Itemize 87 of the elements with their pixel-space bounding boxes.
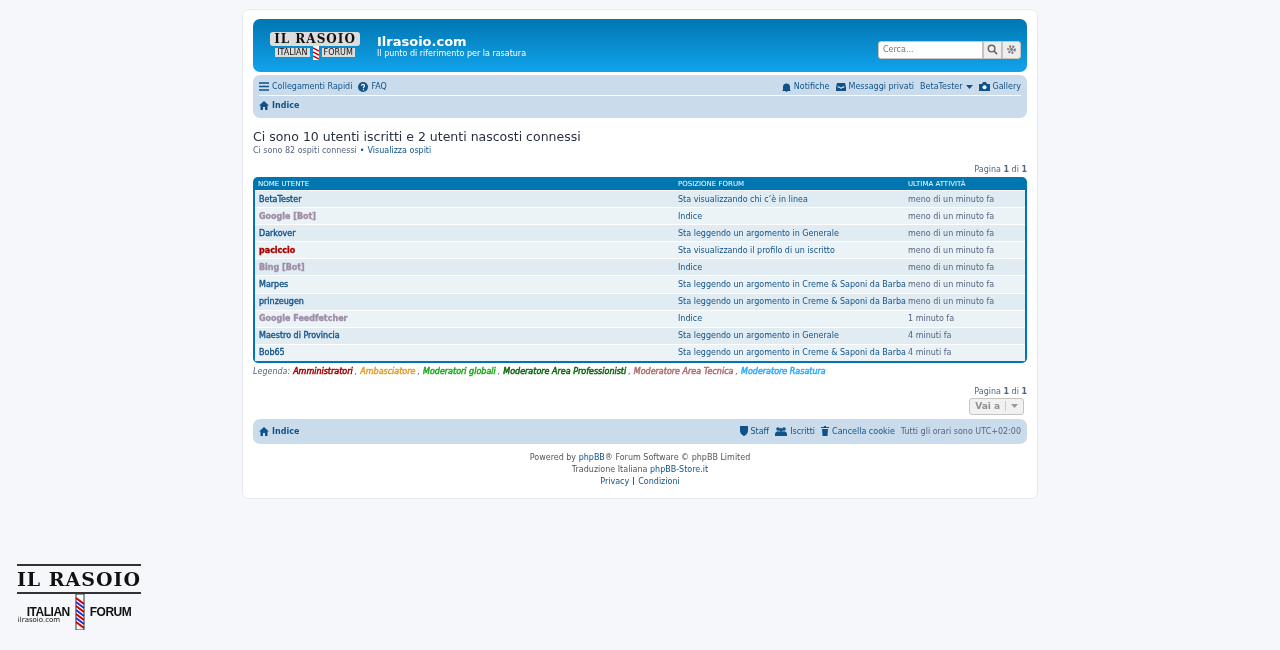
last-activity-cell-text: meno di un minuto fa [908,245,996,255]
username-link[interactable]: prinzeugen [259,297,304,307]
separator-text: • [359,146,365,155]
nav-link[interactable]: BetaTester [920,82,973,91]
bell-icon [781,81,791,92]
users-icon [775,426,788,436]
separator-text: , [628,366,631,376]
page-title: Ci sono 10 utenti iscritti e 2 utenti nascosti connessi [253,129,582,144]
footer-link[interactable]: Privacy [600,476,630,486]
breadcrumb-link[interactable]: Indice [259,426,300,436]
last-activity-cell-text: meno di un minuto fa [908,262,996,272]
pagination-text: Pagina 1 di 1 [974,386,1027,396]
phpbb-link[interactable]: phpBB [578,452,605,462]
forum-location-link[interactable]: Indice [678,262,703,272]
view-guests-link[interactable]: Visualizza ospiti [367,146,432,155]
search-icon [987,44,998,55]
separator-text: , [497,366,501,376]
forum-location-link[interactable]: Sta leggendo un argomento in Generale [678,228,839,238]
help-icon [358,81,369,92]
forum-location-link[interactable]: Sta visualizzando il profilo di un iscritto [678,245,835,255]
search-button[interactable] [983,40,1002,59]
legend-label: Legenda: [253,366,291,376]
logo-text: ITALIAN [275,48,310,57]
credits-text: ® Forum Software © phpBB Limited [604,452,751,462]
forum-location-link[interactable]: Sta leggendo un argomento in Creme & Saponi da Barba [678,348,906,358]
last-activity-cell-text: meno di un minuto fa [908,228,996,238]
username-link[interactable]: Marpes [259,280,289,289]
forum-location-link[interactable]: Indice [678,314,703,324]
footer-link[interactable]: Cancella cookie [821,426,895,437]
username-link[interactable]: Darkover [259,228,296,238]
caret-icon [1011,404,1018,409]
separator-text: , [354,366,358,376]
logo-text: FORUM [321,48,355,57]
last-activity-cell-text: meno di un minuto fa [908,194,996,204]
camera-icon [978,82,990,91]
home-icon [259,426,269,436]
forum-location-link[interactable]: Sta leggendo un argomento in Creme & Saponi da Barba [678,297,906,307]
barber-pole-icon [74,594,85,630]
forum-location-link[interactable]: Indice [678,211,703,221]
separator-text: , [735,366,738,376]
username-link[interactable]: paciccio [259,245,296,255]
site-tagline: Il punto di riferimento per la rasatura [377,48,527,58]
last-activity-cell-text: meno di un minuto fa [908,211,996,221]
nav-link[interactable]: FAQ [358,81,387,92]
last-activity-cell-text: 4 minuti fa [908,331,953,341]
last-activity-cell-text: meno di un minuto fa [908,280,996,289]
last-activity-cell-text: meno di un minuto fa [908,297,996,307]
nav-link[interactable]: Gallery [978,82,1021,91]
logo-text: FORUM [89,605,132,619]
credits-text: Powered by [529,452,577,462]
forum-location-link[interactable]: Sta leggendo un argomento in Creme & Saponi da Barba [678,280,906,289]
menu-icon [259,82,269,91]
username-link[interactable]: BetaTester [259,194,302,204]
credits-text: Traduzione Italiana [571,464,648,474]
username-link[interactable]: Maestro di Provincia [259,331,340,341]
logo-title: IL RASOIO [270,31,360,46]
inbox-icon [835,82,846,91]
footer-link[interactable]: Iscritti [775,426,816,436]
logo-title: IL RASOIO [16,564,142,594]
nav-link[interactable]: Messaggi privati [835,82,915,91]
group-link[interactable]: Amministratori [293,366,355,376]
timezone-text: Tutti gli orari sono UTC+02:00 [900,426,1021,436]
forum-location-link[interactable]: Sta visualizzando chi c’è in linea [678,194,808,204]
advanced-search-button[interactable] [1002,40,1021,59]
caret-icon [965,84,973,89]
search-field[interactable]: Cerca... [878,40,983,59]
separator-text: , [417,366,421,376]
pagination-text: Pagina 1 di 1 [974,165,1027,174]
home-icon [259,101,269,110]
trash-icon [821,426,830,437]
footer-link[interactable]: Condizioni [638,476,680,486]
shield-icon [739,426,748,437]
username-link[interactable]: Bob65 [259,348,285,358]
forum-logo[interactable]: IL RASOIO ITALIAN FORUM [263,31,367,60]
footer-link[interactable]: Staff [739,426,770,437]
last-activity-cell-text: 4 minuti fa [908,348,953,358]
guests-count: Ci sono 82 ospiti connessi [253,146,357,155]
last-activity-cell-text: 1 minuto fa [908,314,956,324]
barber-pole-icon [312,45,319,60]
forum-location-link[interactable]: Sta leggendo un argomento in Generale [678,331,839,341]
breadcrumb-link[interactable]: Indice [259,101,300,110]
translation-link[interactable]: phpBB-Store.it [650,464,709,474]
nav-link[interactable]: Collegamenti Rapidi [259,82,353,91]
group-link[interactable]: Moderatori globali [423,366,498,376]
site-name[interactable]: Ilrasoio.com [377,33,527,49]
settings-icon [1006,44,1017,55]
nav-link[interactable]: Notifiche [781,81,830,92]
